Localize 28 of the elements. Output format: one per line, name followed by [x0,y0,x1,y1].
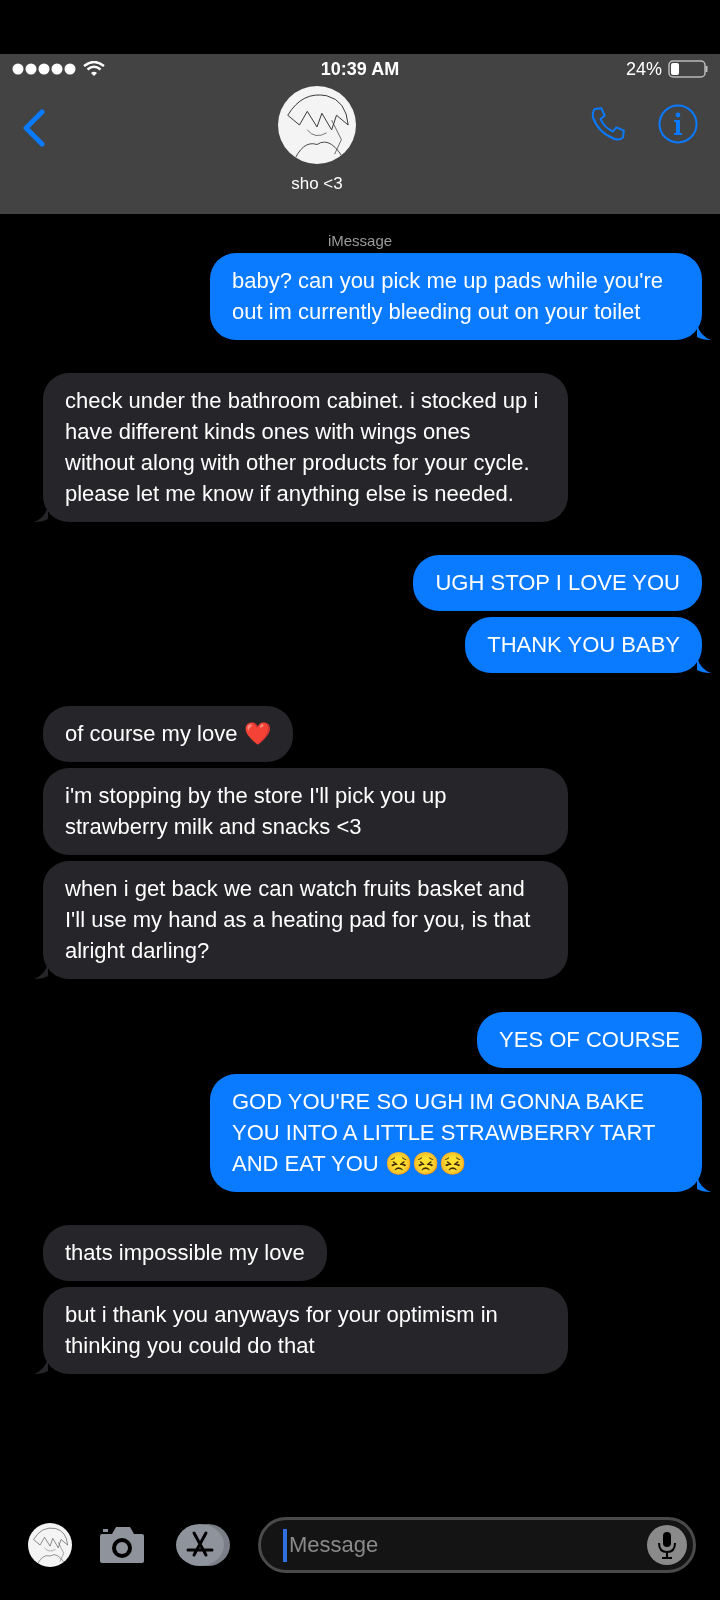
sent-message: UGH STOP I LOVE YOU [413,555,702,611]
service-label: iMessage [326,232,394,249]
bubble-tail-icon [34,1358,48,1374]
bubble-tail-icon [34,506,48,522]
contact-name[interactable]: sho <3 [291,174,343,194]
signal-icon [12,63,77,75]
microphone-button[interactable] [647,1525,687,1565]
bubble-tail-icon [34,963,48,979]
status-time: 10:39 AM [320,58,400,80]
camera-icon[interactable] [98,1525,146,1565]
back-chevron-icon[interactable] [22,109,46,147]
message-input-field[interactable]: Message [287,1532,647,1558]
battery-percent: 24% [625,58,662,80]
wifi-icon [83,61,105,77]
sticker-avatar [28,1523,72,1567]
text-cursor [283,1528,287,1562]
received-message: thats impossible my love [43,1225,327,1281]
bubble-tail-icon [697,1176,711,1192]
received-message: i'm stopping by the store I'll pick you up strawberry milk and snacks <3 [43,768,568,855]
microphone-icon [657,1531,677,1559]
bubble-tail-icon [697,324,711,340]
battery-icon [668,60,708,78]
received-message: of course my love ❤ [43,706,293,762]
message-field[interactable]: Message [258,1517,696,1573]
info-icon[interactable] [658,104,698,144]
sent-message: YES OF COURSE [477,1012,702,1068]
app-store-icon[interactable] [174,1523,230,1567]
bubble-tail-icon [697,657,711,673]
